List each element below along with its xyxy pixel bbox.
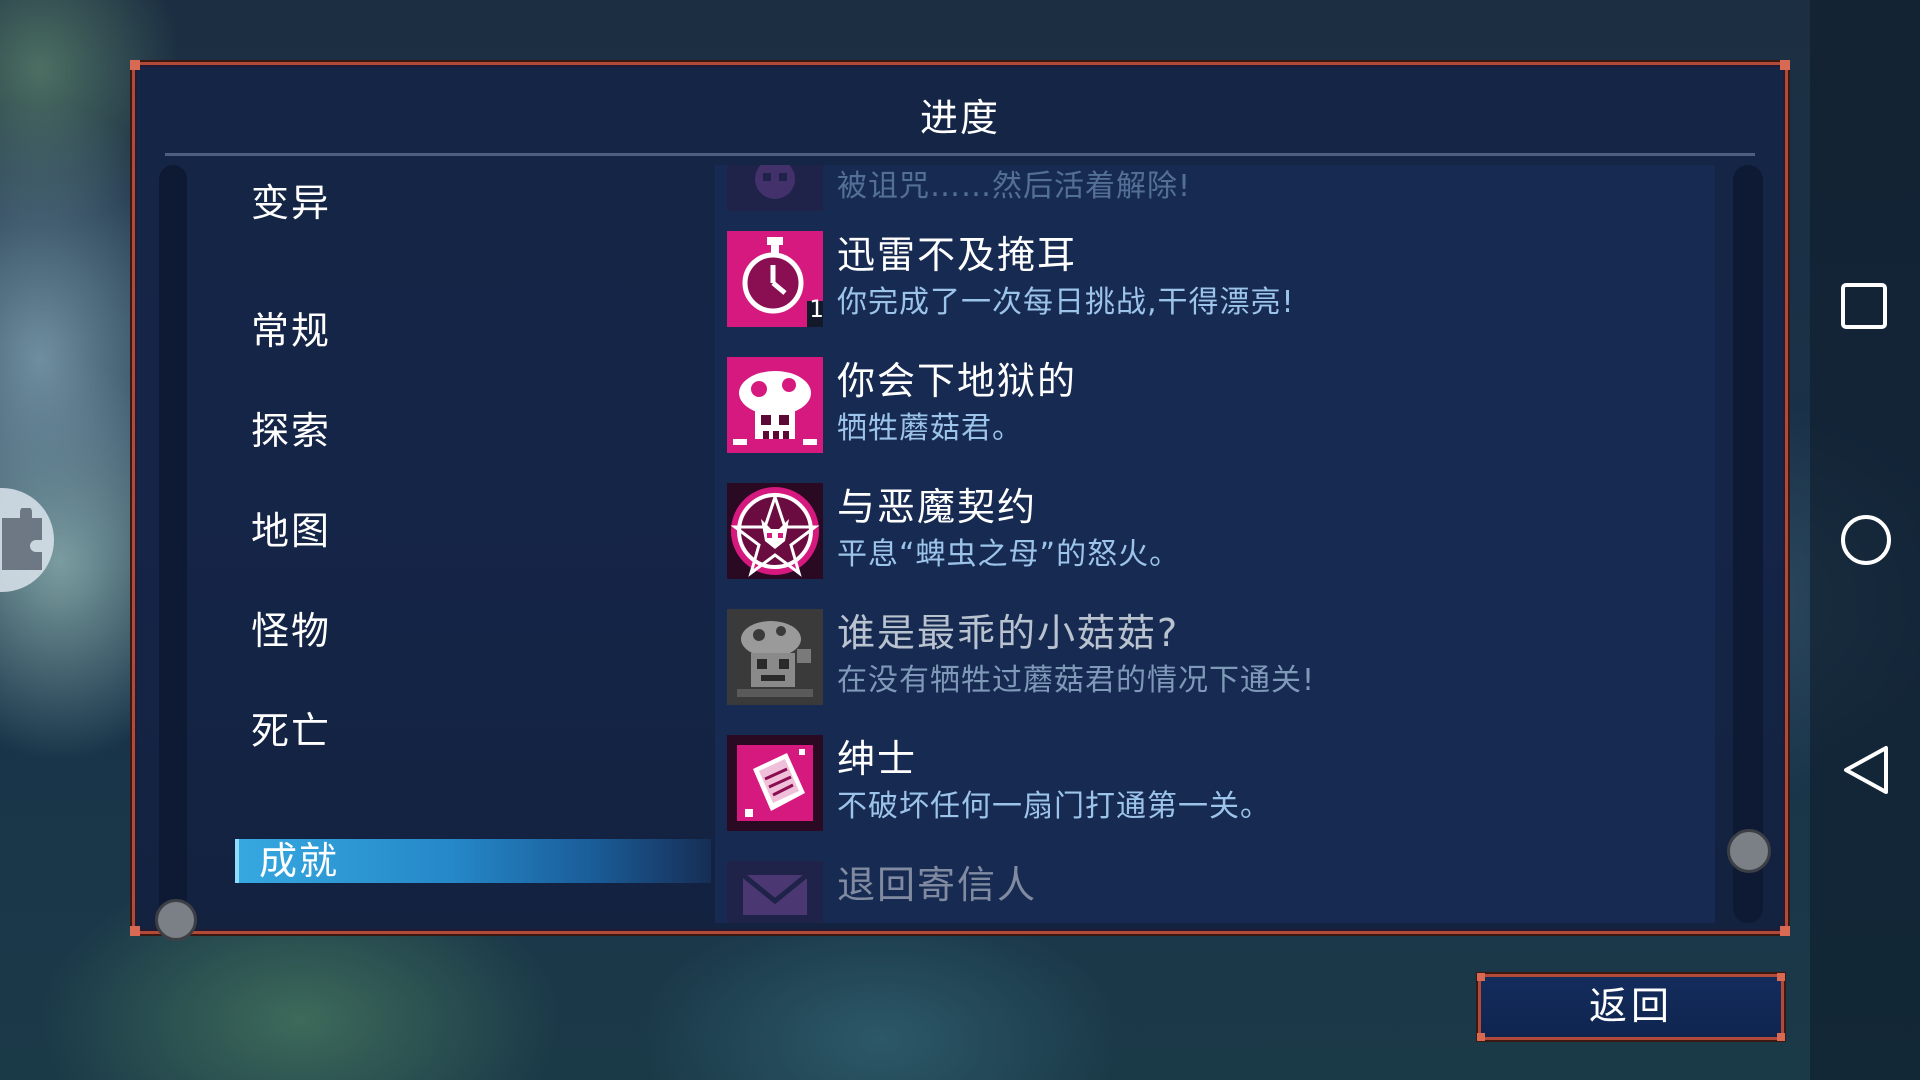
panel-title: 进度 [919, 96, 1000, 140]
achievement-item[interactable]: 1 迅雷不及掩耳 你完成了一次每日挑战,干得漂亮! [715, 231, 1715, 331]
stopwatch-count-badge: 1 [809, 295, 824, 323]
achievement-desc: 被诅咒……然后活着解除! [837, 169, 1192, 204]
frame-corner [1777, 973, 1785, 981]
home-button[interactable] [1838, 512, 1894, 568]
category-map[interactable]: 地图 [231, 509, 711, 553]
achievement-item[interactable]: 退回寄信人 [715, 861, 1715, 923]
achievement-list[interactable]: 被诅咒……然后活着解除! 1 迅雷不及掩耳 你完成了一次每日挑战,干得漂亮! 你… [715, 165, 1715, 923]
frame-corner [130, 60, 140, 70]
achievement-item[interactable]: 被诅咒……然后活着解除! [715, 165, 1715, 215]
achievement-desc: 你完成了一次每日挑战,干得漂亮! [837, 285, 1295, 320]
mushroom-pet-icon [727, 609, 823, 705]
achievement-desc: 牺牲蘑菇君。 [837, 411, 1023, 446]
achievement-scrollbar[interactable] [1733, 165, 1763, 923]
category-monsters[interactable]: 怪物 [231, 609, 711, 653]
category-achievements[interactable]: 成就 [235, 839, 711, 883]
category-list: 变异 常规 探索 地图 怪物 死亡 成就 [135, 165, 715, 925]
category-deaths[interactable]: 死亡 [231, 709, 711, 753]
back-triangle-icon [1844, 746, 1888, 794]
recent-apps-button[interactable] [1838, 280, 1894, 336]
stopwatch-icon: 1 [727, 231, 823, 327]
achievement-name: 谁是最乖的小菇菇? [837, 611, 1180, 655]
achievement-desc: 平息“蜱虫之母”的怒火。 [837, 537, 1181, 572]
category-general[interactable]: 常规 [231, 309, 711, 353]
square-icon [1841, 283, 1887, 329]
mail-return-icon [727, 861, 823, 923]
achievement-item[interactable]: 与恶魔契约 平息“蜱虫之母”的怒火。 [715, 483, 1715, 583]
progress-panel: 进度 变异 常规 探索 地图 怪物 死亡 成就 被诅咒……然后活着解除! 1 迅… [130, 60, 1790, 941]
achievement-item[interactable]: 谁是最乖的小菇菇? 在没有牺牲过蘑菇君的情况下通关! [715, 609, 1715, 709]
circle-icon [1841, 515, 1891, 565]
achievement-item[interactable]: 你会下地狱的 牺牲蘑菇君。 [715, 357, 1715, 457]
achievement-desc: 在没有牺牲过蘑菇君的情况下通关! [837, 663, 1316, 698]
achievement-name: 绅士 [837, 737, 918, 781]
frame-corner [130, 926, 140, 936]
frame-corner [1477, 973, 1485, 981]
achievement-name: 退回寄信人 [837, 863, 1038, 907]
back-button-label: 返回 [1588, 984, 1673, 1028]
title-divider [165, 153, 1755, 156]
category-exploration[interactable]: 探索 [231, 409, 711, 453]
demon-pentagram-icon [727, 483, 823, 579]
category-mutations[interactable]: 变异 [231, 181, 711, 225]
floating-assist-button[interactable] [0, 488, 54, 592]
achievement-item[interactable]: 绅士 不破坏任何一扇门打通第一关。 [715, 735, 1715, 835]
card-book-icon [727, 735, 823, 831]
cursed-skull-icon [727, 165, 823, 211]
achievement-name: 与恶魔契约 [837, 485, 1038, 529]
frame-corner [1477, 1033, 1485, 1041]
frame-corner [1777, 1033, 1785, 1041]
mushroom-skull-icon [727, 357, 823, 453]
puzzle-icon [2, 508, 42, 570]
frame-corner [1780, 60, 1790, 70]
achievement-name: 迅雷不及掩耳 [837, 233, 1078, 277]
back-button[interactable]: 返回 [1477, 973, 1785, 1041]
frame-corner [1780, 926, 1790, 936]
achievement-desc: 不破坏任何一扇门打通第一关。 [837, 789, 1271, 824]
back-nav-button[interactable] [1838, 742, 1894, 798]
achievement-name: 你会下地狱的 [837, 359, 1078, 403]
achievement-scroll-knob[interactable] [1727, 829, 1771, 873]
